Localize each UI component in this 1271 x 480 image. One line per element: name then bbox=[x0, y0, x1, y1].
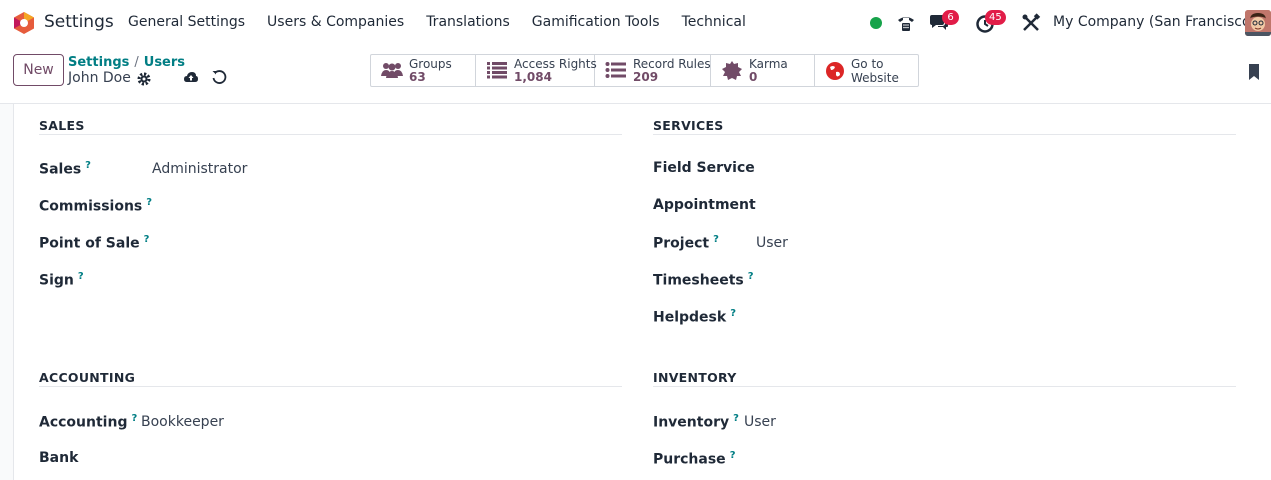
smart-button-karma[interactable]: Karma 0 bbox=[711, 55, 815, 86]
globe-icon bbox=[826, 62, 844, 80]
help-tooltip-icon[interactable]: ? bbox=[748, 271, 754, 282]
section-title-accounting: ACCOUNTING bbox=[39, 370, 136, 385]
breadcrumb-users[interactable]: Users bbox=[144, 55, 185, 70]
smart-button-groups[interactable]: Groups 63 bbox=[371, 55, 476, 86]
section-divider bbox=[653, 386, 1236, 387]
app-name[interactable]: Settings bbox=[44, 12, 114, 32]
field-value-inventory[interactable]: User bbox=[744, 414, 776, 430]
help-tooltip-icon[interactable]: ? bbox=[730, 450, 736, 461]
messages-badge: 6 bbox=[942, 10, 959, 25]
cloud-upload-icon[interactable] bbox=[183, 69, 199, 85]
tools-icon[interactable] bbox=[1020, 12, 1042, 34]
breadcrumb: Settings / Users bbox=[68, 55, 185, 70]
field-value-accounting[interactable]: Bookkeeper bbox=[141, 414, 224, 430]
section-title-sales: SALES bbox=[39, 118, 85, 133]
user-avatar[interactable] bbox=[1245, 10, 1271, 36]
phone-icon[interactable] bbox=[895, 12, 917, 34]
groups-value: 63 bbox=[409, 70, 426, 84]
menu-general-settings[interactable]: General Settings bbox=[128, 14, 245, 30]
company-switcher[interactable]: My Company (San Francisco) bbox=[1053, 14, 1256, 30]
field-label-commissions: Commissions? bbox=[39, 197, 153, 215]
menu-translations[interactable]: Translations bbox=[426, 14, 510, 30]
control-panel: New Settings / Users John Doe Groups 63 bbox=[0, 46, 1271, 104]
top-navbar: Settings General Settings Users & Compan… bbox=[0, 0, 1271, 46]
record-rules-value: 209 bbox=[633, 70, 659, 84]
activities-badge: 45 bbox=[985, 10, 1006, 25]
settings-app-icon[interactable] bbox=[12, 11, 36, 35]
help-tooltip-icon[interactable]: ? bbox=[85, 160, 91, 171]
smart-button-record-rules[interactable]: Record Rules 209 bbox=[595, 55, 711, 86]
field-value-sales[interactable]: Administrator bbox=[152, 161, 247, 177]
breadcrumb-settings[interactable]: Settings bbox=[68, 55, 129, 70]
section-divider bbox=[653, 134, 1236, 135]
help-tooltip-icon[interactable]: ? bbox=[78, 271, 84, 282]
discard-changes-icon[interactable] bbox=[211, 69, 227, 85]
users-icon bbox=[381, 63, 403, 78]
karma-value: 0 bbox=[749, 70, 758, 84]
field-value-project[interactable]: User bbox=[756, 235, 788, 251]
website-value: Website bbox=[851, 71, 899, 85]
main-menu: General Settings Users & Companies Trans… bbox=[128, 14, 746, 30]
field-label-inventory: Inventory? bbox=[653, 413, 739, 431]
field-label-sales: Sales? bbox=[39, 160, 91, 178]
presence-status-dot bbox=[870, 17, 882, 29]
badge-icon bbox=[722, 61, 742, 80]
field-label-purchase: Purchase? bbox=[653, 450, 736, 468]
help-tooltip-icon[interactable]: ? bbox=[131, 413, 137, 424]
section-divider bbox=[39, 134, 622, 135]
new-button[interactable]: New bbox=[13, 54, 64, 86]
field-label-accounting: Accounting? bbox=[39, 413, 138, 431]
field-label-point-of-sale: Point of Sale? bbox=[39, 234, 150, 252]
user-form-sheet: SALES Sales? Administrator Commissions? … bbox=[13, 104, 1271, 480]
smart-button-access-rights[interactable]: Access Rights 1,084 bbox=[476, 55, 597, 86]
field-label-field-service: Field Service bbox=[653, 160, 755, 176]
smart-buttons: Groups 63 Access Rights 1,084 Record Rul… bbox=[370, 54, 919, 87]
menu-gamification-tools[interactable]: Gamification Tools bbox=[532, 14, 660, 30]
list-icon bbox=[487, 62, 507, 79]
list-bullets-icon bbox=[605, 62, 626, 78]
bookmark-icon[interactable] bbox=[1248, 64, 1260, 80]
avatar-face-icon bbox=[1245, 10, 1271, 36]
section-title-inventory: INVENTORY bbox=[653, 370, 737, 385]
help-tooltip-icon[interactable]: ? bbox=[144, 234, 150, 245]
record-name: John Doe bbox=[68, 70, 131, 86]
section-divider bbox=[39, 386, 622, 387]
access-rights-value: 1,084 bbox=[514, 70, 552, 84]
breadcrumb-separator: / bbox=[134, 55, 139, 70]
field-label-project: Project? bbox=[653, 234, 719, 252]
field-label-helpdesk: Helpdesk? bbox=[653, 308, 737, 326]
menu-technical[interactable]: Technical bbox=[682, 14, 746, 30]
menu-users-companies[interactable]: Users & Companies bbox=[267, 14, 404, 30]
section-title-services: SERVICES bbox=[653, 118, 724, 133]
field-label-timesheets: Timesheets? bbox=[653, 271, 754, 289]
help-tooltip-icon[interactable]: ? bbox=[730, 308, 736, 319]
website-label: Go to bbox=[851, 57, 884, 71]
field-label-bank: Bank bbox=[39, 450, 79, 466]
field-label-sign: Sign? bbox=[39, 271, 84, 289]
help-tooltip-icon[interactable]: ? bbox=[146, 197, 152, 208]
smart-button-go-to-website[interactable]: Go to Website bbox=[815, 55, 918, 86]
help-tooltip-icon[interactable]: ? bbox=[713, 234, 719, 245]
help-tooltip-icon[interactable]: ? bbox=[733, 413, 739, 424]
gear-icon[interactable] bbox=[136, 71, 152, 87]
field-label-appointment: Appointment bbox=[653, 197, 756, 213]
